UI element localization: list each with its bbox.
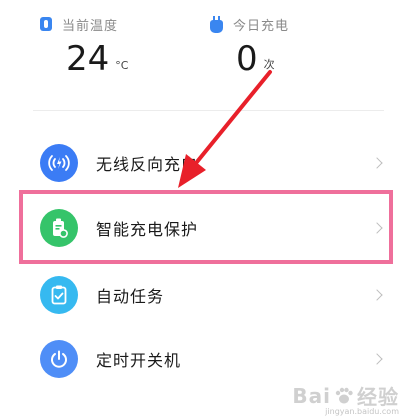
battery-shield-icon xyxy=(40,209,78,247)
menu-item-auto-tasks[interactable]: 自动任务 xyxy=(0,267,417,323)
watermark-url: jingyan.baidu.com xyxy=(325,407,399,416)
watermark-brand-left: Bai xyxy=(292,383,331,408)
menu-item-label: 自动任务 xyxy=(96,287,165,306)
charge-count-label: 今日充电 xyxy=(233,18,290,34)
thermometer-icon xyxy=(40,17,52,31)
temperature-value: 24 xyxy=(66,39,110,79)
menu-item-label: 无线反向充电 xyxy=(96,155,199,174)
menu-item-label: 智能充电保护 xyxy=(96,220,199,239)
chevron-right-icon xyxy=(371,289,383,301)
chevron-right-icon xyxy=(371,353,383,365)
temperature-stat: 当前温度 24 °C xyxy=(40,14,128,78)
paw-logo-icon xyxy=(335,387,353,403)
wireless-charge-icon xyxy=(40,144,78,182)
menu-item-label: 定时开关机 xyxy=(96,351,182,370)
temperature-label: 当前温度 xyxy=(62,18,119,34)
menu-item-smart-charge-protection[interactable]: 智能充电保护 xyxy=(0,200,417,256)
charge-count-stat: 今日充电 0 次 xyxy=(210,14,289,78)
power-icon xyxy=(40,340,78,378)
battery-settings-screen: 当前温度 24 °C 今日充电 0 次 无线反向充电 智能充电保护 自动任务 定… xyxy=(0,0,417,416)
charge-count-value: 0 xyxy=(236,39,258,79)
temperature-unit: °C xyxy=(115,59,129,72)
menu-item-wireless-reverse-charge[interactable]: 无线反向充电 xyxy=(0,135,417,191)
watermark-brand-right: 经验 xyxy=(357,385,399,409)
chevron-right-icon xyxy=(371,157,383,169)
chevron-right-icon xyxy=(371,222,383,234)
divider xyxy=(33,110,384,111)
plug-icon xyxy=(210,15,223,33)
menu-item-scheduled-power[interactable]: 定时开关机 xyxy=(0,331,417,387)
baidu-watermark: Bai 经验 xyxy=(292,381,399,410)
clipboard-check-icon xyxy=(40,276,78,314)
charge-count-unit: 次 xyxy=(263,58,275,71)
